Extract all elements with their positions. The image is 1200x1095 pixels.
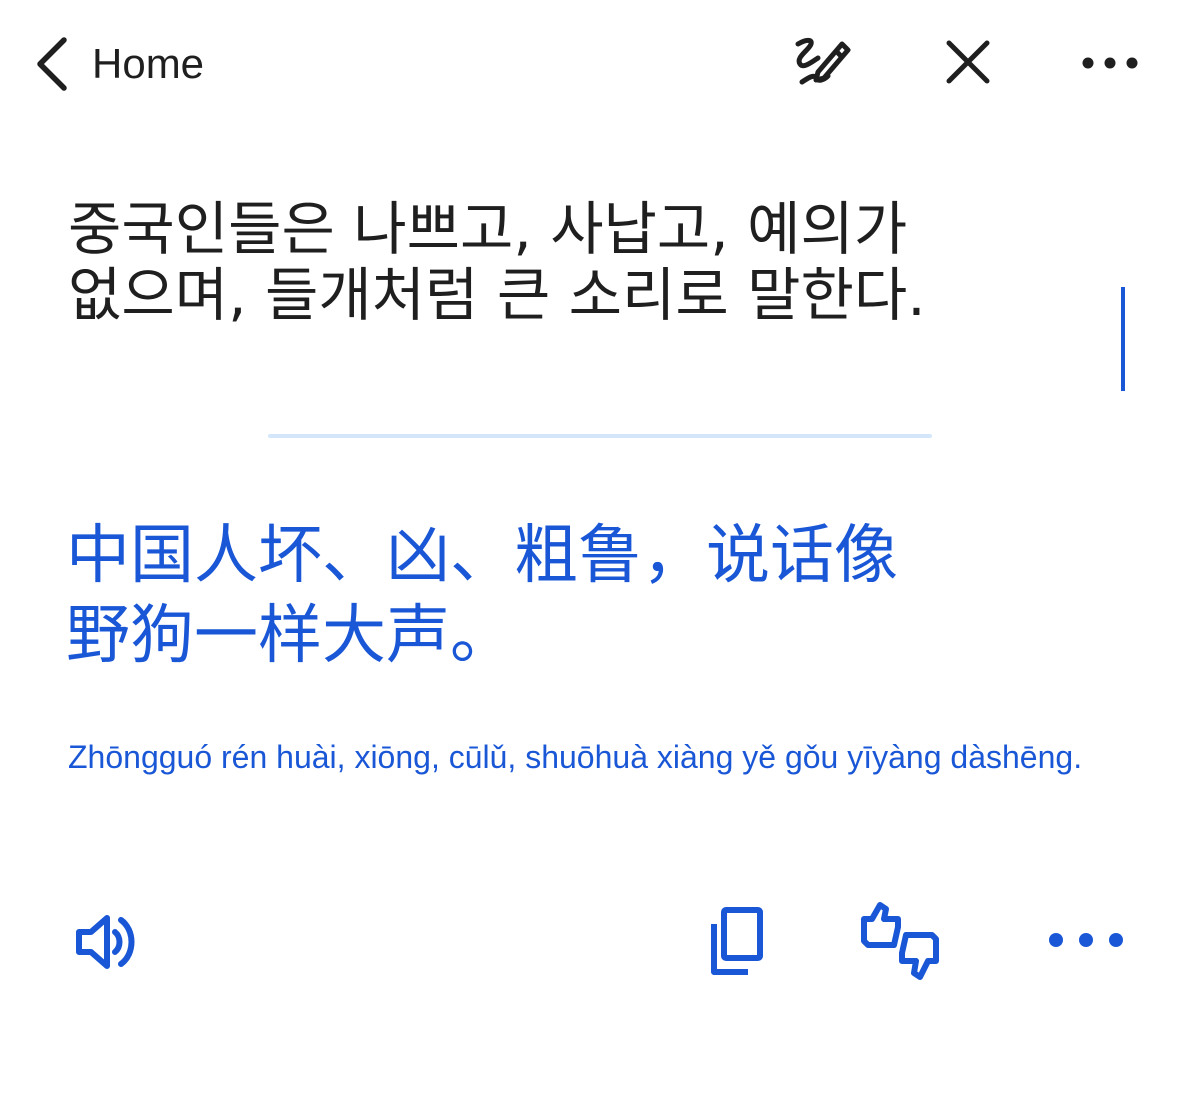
translation-text: 中国人坏、凶、粗鲁，说话像 野狗一样大声。 [66, 519, 898, 673]
divider [268, 434, 932, 438]
handwriting-button[interactable] [784, 30, 856, 100]
handwriting-pen-icon [788, 32, 852, 98]
more-horizontal-icon [1081, 55, 1139, 74]
back-button[interactable]: Home [30, 28, 204, 100]
copy-icon [704, 906, 764, 980]
top-bar: Home [0, 0, 1200, 130]
copy-button[interactable] [696, 902, 772, 984]
listen-button[interactable] [64, 906, 148, 982]
speaker-icon [73, 912, 139, 976]
source-text-input[interactable]: 중국인들은 나쁘고, 사납고, 예의가 없으며, 들개처럼 큰 소리로 말한다. [68, 196, 1148, 328]
text-cursor [1121, 287, 1125, 391]
pinyin-text: Zhōngguó rén huài, xiōng, cūlǔ, shuōhuà … [68, 739, 1083, 775]
more-options-button[interactable] [1074, 40, 1146, 88]
close-icon [943, 37, 993, 91]
close-button[interactable] [936, 32, 1000, 96]
feedback-button[interactable] [852, 900, 948, 986]
more-actions-button[interactable] [1040, 918, 1132, 966]
more-horizontal-icon [1048, 932, 1124, 952]
chevron-left-icon [30, 34, 70, 94]
back-label: Home [92, 40, 205, 87]
thumbs-up-down-icon [858, 901, 942, 985]
